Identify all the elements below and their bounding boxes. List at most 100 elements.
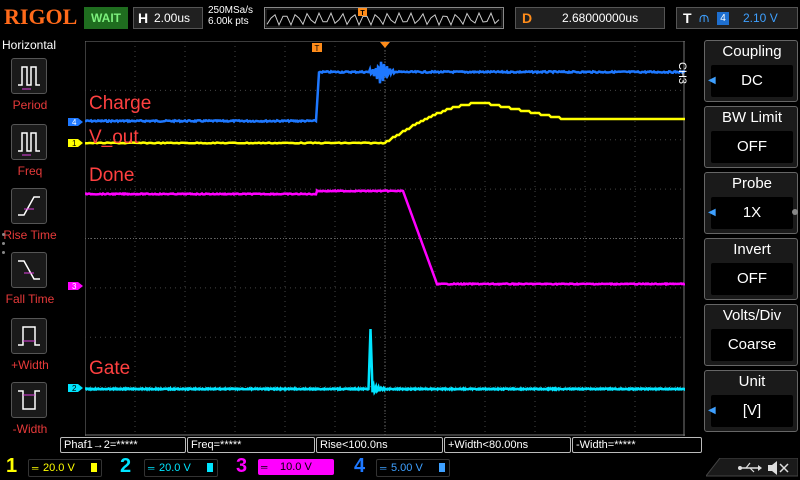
- label-charge: Charge: [89, 93, 151, 114]
- menu-invert[interactable]: Invert OFF: [704, 238, 798, 300]
- ch3-status[interactable]: 3 ═ 10.0 V: [228, 455, 340, 480]
- menu-title-invert: Invert: [733, 241, 771, 258]
- memory-overview-bar[interactable]: T: [264, 7, 504, 29]
- falling-edge-icon: ⫙: [699, 9, 710, 26]
- run-state-badge[interactable]: WAIT: [84, 7, 128, 29]
- ch4-scale: ═ 5.00 V: [376, 459, 450, 477]
- channel-menu: Coupling DC ◀ BW Limit OFF Probe 1X ◀ In…: [704, 40, 800, 440]
- trigger-position-marker[interactable]: T: [312, 43, 322, 53]
- ch2-scale: ═ 20.0 V: [144, 459, 218, 477]
- memory-depth: 6.00k pts: [208, 16, 249, 27]
- ch3-marker[interactable]: 3: [68, 282, 83, 291]
- timebase-box[interactable]: H 2.00us: [133, 7, 203, 29]
- menu-value-bw-limit: OFF: [711, 131, 793, 163]
- menu-title-volts-div: Volts/Div: [722, 307, 782, 324]
- menu-coupling[interactable]: Coupling DC ◀: [704, 40, 798, 102]
- measure-label-freq: Freq: [17, 164, 43, 178]
- svg-text:T: T: [315, 44, 320, 53]
- menu-title-unit: Unit: [738, 373, 766, 390]
- delay-value: 2.68000000us: [562, 11, 639, 25]
- trigger-level: 2.10 V: [743, 11, 778, 25]
- ch4-scale-value: 5.00 V: [391, 462, 423, 474]
- trigger-source: 4: [717, 12, 729, 25]
- measure-phase-readout[interactable]: Phaf1→2=*****: [60, 437, 186, 453]
- measure-neg-width-readout[interactable]: -Width=*****: [572, 437, 702, 453]
- measure-rise-readout[interactable]: Rise<100.0ns: [316, 437, 443, 453]
- label-vout: V_out: [89, 127, 139, 148]
- sample-rate: 250MSa/s: [208, 5, 254, 16]
- rise-time-icon: [11, 188, 47, 224]
- delay-label: D: [522, 10, 533, 26]
- measure-pos-width-readout[interactable]: +Width<80.00ns: [444, 437, 571, 453]
- top-status-bar: RIGOL WAIT H 2.00us 250MSa/s 6.00k pts T…: [0, 0, 800, 36]
- ch1-status[interactable]: 1 ═ 20.0 V: [0, 455, 110, 480]
- left-arrow-icon: ◀: [708, 207, 716, 218]
- svg-text:1: 1: [72, 139, 77, 148]
- menu-title-coupling: Coupling: [722, 43, 782, 60]
- brand-logo: RIGOL: [4, 4, 78, 29]
- delay-box[interactable]: D 2.68000000us: [515, 7, 665, 29]
- ch2-marker[interactable]: 2: [68, 384, 83, 393]
- menu-volts-div[interactable]: Volts/Div Coarse: [704, 304, 798, 366]
- measure-label-pos-width: +Width: [11, 358, 49, 372]
- trigger-box[interactable]: T ⫙ 4 2.10 V: [676, 7, 798, 29]
- svg-text:T: T: [360, 10, 365, 17]
- measure-category-title: Horizontal: [2, 38, 57, 52]
- ch3-scale: ═ 10.0 V: [258, 459, 334, 475]
- left-arrow-icon: ◀: [708, 405, 716, 416]
- acquisition-info: 250MSa/s 6.00k pts: [208, 5, 253, 27]
- ch1-marker[interactable]: 1: [68, 139, 83, 148]
- measure-label-fall-time: Fall Time: [5, 292, 55, 306]
- menu-page-dot: [792, 209, 798, 215]
- ch4-number: 4: [354, 455, 366, 477]
- trigger-label: T: [683, 10, 692, 26]
- left-arrow-icon: ◀: [708, 75, 716, 86]
- ch3-number: 3: [236, 455, 248, 477]
- ch1-number: 1: [6, 455, 18, 477]
- horizontal-label: H: [138, 10, 149, 26]
- waveform-display[interactable]: Charge V_out Done Gate: [83, 40, 686, 436]
- ch1-scale-value: 20.0 V: [43, 462, 75, 474]
- ch3-done-trace: [84, 188, 686, 287]
- menu-probe[interactable]: Probe 1X ◀: [704, 172, 798, 234]
- ch2-scale-value: 20.0 V: [159, 462, 191, 474]
- menu-bw-limit[interactable]: BW Limit OFF: [704, 106, 798, 168]
- waveform-svg: Charge V_out Done Gate: [83, 40, 686, 436]
- measure-panel: Horizontal Period Freq Rise Time Fall Ti…: [0, 36, 60, 440]
- menu-title-probe: Probe: [731, 175, 773, 192]
- pos-width-icon: [11, 318, 47, 354]
- freq-icon: [11, 124, 47, 160]
- ch2-status[interactable]: 2 ═ 20.0 V: [116, 455, 226, 480]
- bw-icon: [207, 463, 213, 472]
- fall-time-icon: [11, 252, 47, 288]
- ch2-number: 2: [120, 455, 132, 477]
- measure-freq-readout[interactable]: Freq=*****: [187, 437, 315, 453]
- ch4-marker[interactable]: 4: [68, 118, 83, 127]
- bw-icon: [439, 463, 445, 472]
- measurement-readouts: Phaf1→2=***** Freq=***** Rise<100.0ns +W…: [60, 437, 704, 454]
- label-done: Done: [89, 165, 134, 186]
- menu-title-bw-limit: BW Limit: [722, 109, 782, 126]
- menu-value-coupling: DC: [711, 65, 793, 97]
- graticule: [84, 40, 685, 436]
- overview-waveform: [265, 8, 503, 28]
- ch1-scale: ═ 20.0 V: [28, 459, 102, 477]
- measure-label-period: Period: [12, 98, 48, 112]
- period-icon: [11, 58, 47, 94]
- timebase-value: 2.00us: [154, 11, 191, 25]
- menu-value-unit: [V]: [711, 395, 793, 427]
- svg-text:3: 3: [72, 282, 77, 291]
- menu-value-invert: OFF: [711, 263, 793, 295]
- channel-markers: 4 1 3 2: [68, 118, 83, 393]
- channel-bar: 1 ═ 20.0 V 2 ═ 20.0 V 3 ═ 10.0 V 4 ═ 5.00 V: [0, 455, 800, 480]
- menu-value-volts-div: Coarse: [711, 329, 793, 361]
- ch4-status[interactable]: 4 ═ 5.00 V: [346, 455, 456, 480]
- page-indicator: [2, 233, 6, 260]
- svg-text:2: 2: [72, 384, 77, 393]
- delay-position-marker[interactable]: [380, 42, 390, 48]
- menu-unit[interactable]: Unit [V] ◀: [704, 370, 798, 432]
- status-icons: [706, 458, 798, 477]
- label-gate: Gate: [89, 358, 130, 379]
- overview-trigger-icon: T: [358, 8, 367, 17]
- svg-text:4: 4: [72, 118, 77, 127]
